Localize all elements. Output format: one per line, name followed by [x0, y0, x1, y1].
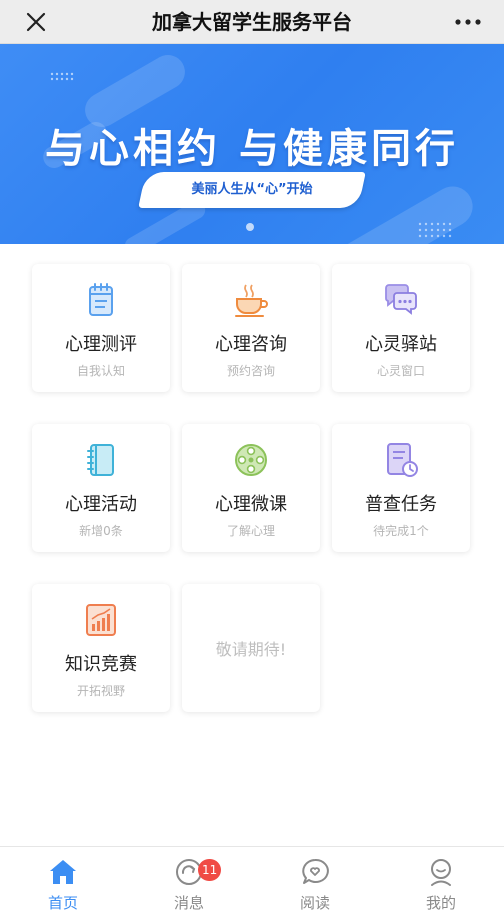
card-subtitle: 新增0条	[79, 524, 123, 538]
card-label: 心理咨询	[215, 334, 287, 355]
card-label: 普查任务	[365, 494, 437, 515]
nav-messages-label: 消息	[173, 894, 204, 912]
bar-chart-icon	[86, 604, 116, 636]
title-bar: 加拿大留学生服务平台	[0, 0, 504, 44]
more-dots-icon[interactable]	[452, 8, 484, 36]
nav-profile[interactable]: 我的	[378, 847, 504, 921]
nav-home[interactable]: 首页	[0, 847, 126, 921]
coming-soon-card: 敬请期待!	[182, 584, 320, 712]
hero-banner[interactable]: 与心相约 与健康同行 美丽人生从“心”开始	[0, 44, 504, 244]
card-label: 心灵驿站	[365, 334, 437, 355]
card-psych-activity[interactable]: 心理活动 新增0条	[32, 424, 170, 552]
card-subtitle: 了解心理	[226, 524, 275, 538]
nav-home-label: 首页	[47, 894, 78, 912]
card-survey-task[interactable]: 普查任务 待完成1个	[332, 424, 470, 552]
card-label: 心理微课	[215, 494, 287, 515]
card-label: 心理测评	[65, 334, 137, 355]
nav-messages[interactable]: 11 消息	[126, 847, 252, 921]
card-subtitle: 预约咨询	[226, 364, 275, 378]
card-psych-assessment[interactable]: 心理测评 自我认知	[32, 264, 170, 392]
card-psych-consult[interactable]: 心理咨询 预约咨询	[182, 264, 320, 392]
circle-decoration	[246, 223, 254, 231]
activity-book-icon	[87, 444, 114, 476]
banner-headline: 与心相约 与健康同行	[45, 126, 459, 172]
page-title: 加拿大留学生服务平台	[152, 10, 352, 34]
notebook-icon	[89, 283, 113, 316]
coming-soon-text: 敬请期待!	[215, 640, 287, 659]
nav-profile-label: 我的	[425, 894, 456, 912]
nav-read[interactable]: 阅读	[252, 847, 378, 921]
card-label: 知识竞赛	[65, 654, 137, 675]
dot-grid-decoration	[50, 72, 74, 81]
home-icon	[50, 860, 76, 884]
card-subtitle: 待完成1个	[373, 524, 429, 538]
banner-tagline: 美丽人生从“心”开始	[191, 182, 313, 197]
read-icon	[302, 858, 329, 884]
profile-icon	[431, 859, 451, 886]
card-subtitle: 自我认知	[76, 364, 125, 378]
nav-read-label: 阅读	[299, 894, 330, 912]
card-subtitle: 开拓视野	[76, 684, 125, 698]
coffee-cup-icon	[235, 284, 268, 317]
card-label: 心理活动	[65, 494, 137, 515]
chat-bubbles-icon	[385, 284, 417, 315]
bottom-nav: 首页 11 消息 阅读 我的	[0, 846, 504, 921]
dot-grid-decoration	[418, 222, 452, 238]
film-reel-icon	[235, 444, 267, 476]
card-psych-microlesson[interactable]: 心理微课 了解心理	[182, 424, 320, 552]
card-soul-station[interactable]: 心灵驿站 心灵窗口	[332, 264, 470, 392]
message-count-badge: 11	[198, 859, 222, 881]
card-subtitle: 心灵窗口	[376, 364, 425, 378]
card-knowledge-contest[interactable]: 知识竞赛 开拓视野	[32, 584, 170, 712]
task-clock-icon	[387, 443, 418, 477]
